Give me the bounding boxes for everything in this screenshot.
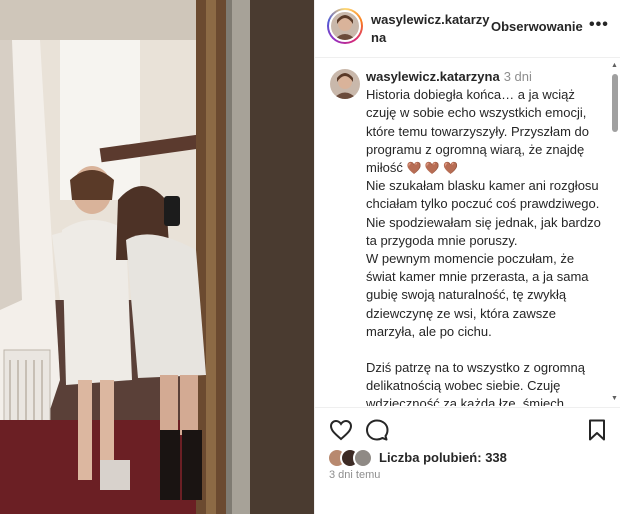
photo-illustration	[0, 0, 314, 514]
caption-scrollbar[interactable]: ▲ ▼	[611, 62, 619, 402]
caption-time[interactable]: 3 dni	[504, 69, 532, 84]
bookmark-icon[interactable]	[585, 418, 609, 442]
caption-area: wasylewicz.katarzyna 3 dni Historia dobie…	[315, 59, 620, 406]
caption-paragraph-1: Historia dobiegła końca… a ja wciąż czuj…	[366, 87, 589, 176]
likes-count[interactable]: Liczba polubień: 338	[379, 450, 507, 465]
liker-avatar	[353, 448, 373, 468]
scroll-down-icon[interactable]: ▼	[611, 395, 618, 402]
caption-paragraph-2: Nie szukałam blasku kamer ani rozgłosu c…	[366, 178, 601, 248]
liker-avatars	[327, 448, 375, 468]
comment-icon[interactable]	[365, 418, 389, 442]
post-header: wasylewicz.katarzyna Obserwowanie •••	[315, 0, 620, 58]
caption-paragraph-4: Dziś patrzę na to wszystko z ogromną del…	[366, 360, 585, 406]
likes-row[interactable]: Liczba polubień: 338	[327, 447, 617, 469]
heart-emoji-icon: 🤎 🤎 🤎	[406, 161, 458, 176]
post-panel: wasylewicz.katarzyna Obserwowanie ••• wa…	[314, 0, 620, 514]
caption-text: wasylewicz.katarzyna 3 dni Historia dobie…	[366, 68, 606, 406]
post-photo[interactable]	[0, 0, 314, 514]
likes-label: Liczba polubień:	[379, 450, 482, 465]
heart-icon[interactable]	[329, 418, 353, 442]
avatar-image	[329, 10, 361, 42]
author-username[interactable]: wasylewicz.katarzyna	[371, 11, 491, 47]
scroll-thumb[interactable]	[612, 74, 618, 132]
likes-number: 338	[485, 450, 507, 465]
caption-avatar[interactable]	[330, 69, 360, 99]
following-button[interactable]: Obserwowanie	[491, 19, 583, 34]
action-bar	[315, 407, 620, 451]
caption-paragraph-3: W pewnym momencie poczułam, że świat kam…	[366, 251, 589, 339]
author-avatar[interactable]	[327, 8, 363, 44]
scroll-up-icon[interactable]: ▲	[611, 62, 618, 69]
more-icon[interactable]: •••	[589, 16, 609, 34]
post-date[interactable]: 3 dni temu	[329, 469, 380, 481]
caption-username[interactable]: wasylewicz.katarzyna	[366, 69, 500, 84]
